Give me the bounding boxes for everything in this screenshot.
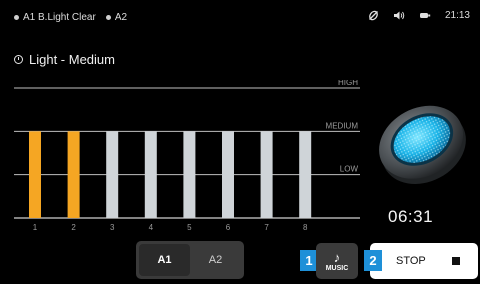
volume-icon (393, 11, 405, 20)
bar-1 (29, 131, 41, 218)
lamp-device-image (379, 105, 466, 184)
x-tick-label-6: 6 (226, 223, 231, 232)
mode-title: Light - Medium (14, 52, 115, 67)
x-tick-label-5: 5 (187, 223, 192, 232)
bar-5 (183, 131, 196, 218)
status-time: 21:13 (444, 10, 470, 21)
x-tick-label-3: 3 (110, 223, 115, 232)
timer-display: 06:31 (388, 207, 434, 226)
level-label-medium: MEDIUM (326, 121, 359, 130)
light-level-chart: HIGH MEDIUM LOW 1 2 3 4 5 6 7 8 (14, 80, 360, 232)
status-item-a1: A1 B.Light Clear (14, 12, 96, 23)
bar-2 (67, 131, 80, 218)
x-tick-label-8: 8 (303, 223, 308, 232)
step-badge-2: 2 (364, 250, 382, 271)
x-tick-label-2: 2 (71, 223, 76, 232)
no-signal-icon (369, 10, 378, 21)
music-button[interactable]: ♪ MUSIC (316, 243, 358, 279)
battery-icon (419, 13, 431, 18)
stop-label: STOP (396, 255, 426, 267)
zone-a2-button[interactable]: A2 (190, 244, 241, 276)
bar-3 (106, 131, 119, 218)
bar-8 (299, 131, 312, 218)
status-bar-right: 21:13 (368, 10, 470, 21)
stop-icon (452, 257, 460, 265)
x-tick-label-1: 1 (33, 223, 38, 232)
zone-selector: A1 A2 (136, 241, 244, 279)
stop-button[interactable]: STOP (370, 243, 478, 279)
bar-7 (260, 131, 273, 218)
zone-a1-button[interactable]: A1 (139, 244, 190, 276)
music-label: MUSIC (325, 264, 349, 272)
status-dot-icon (105, 15, 111, 20)
status-item-label: A2 (114, 12, 128, 23)
status-item-label: A1 B.Light Clear (23, 12, 96, 23)
music-note-icon: ♪ (333, 249, 341, 265)
x-tick-label-4: 4 (149, 223, 154, 232)
bar-4 (144, 131, 157, 218)
status-item-a2: A2 (105, 12, 128, 23)
clock-icon (14, 55, 23, 64)
status-bar-left: A1 B.Light Clear A2 (14, 12, 127, 23)
level-label-low: LOW (340, 165, 359, 174)
mode-title-label: Light - Medium (29, 52, 115, 67)
x-tick-label-7: 7 (264, 223, 269, 232)
level-label-high: HIGH (338, 80, 358, 87)
bar-6 (222, 131, 234, 218)
status-dot-icon (14, 15, 19, 20)
